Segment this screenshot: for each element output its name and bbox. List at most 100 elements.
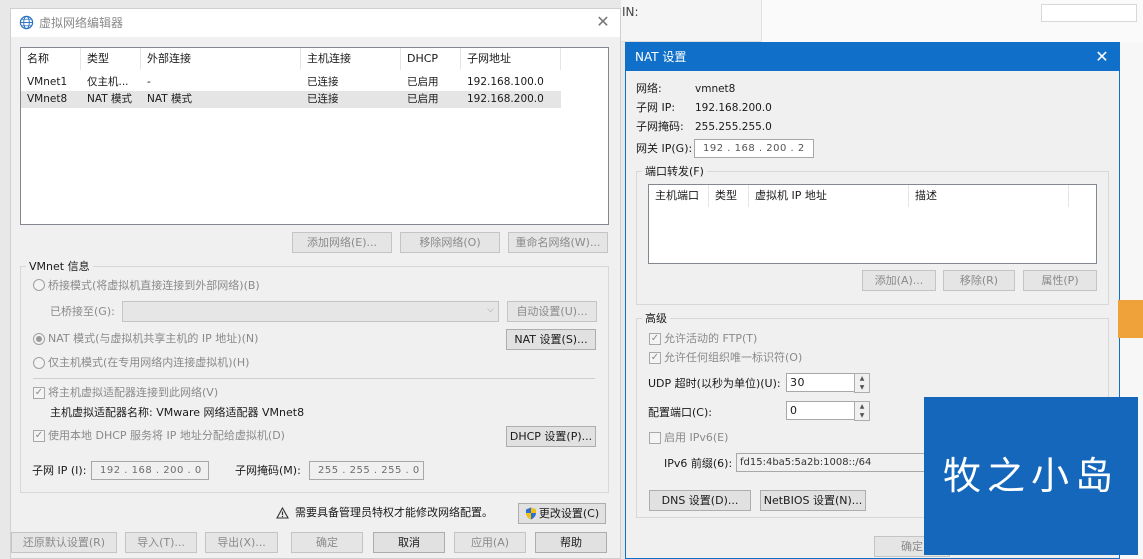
network-table: 名称 类型 外部连接 主机连接 DHCP 子网地址 VMnet1 仅主机... …: [20, 47, 609, 225]
netbios-settings-button[interactable]: NetBIOS 设置(N)...: [760, 490, 866, 511]
admin-notice-text: 需要具备管理员特权才能修改网络配置。: [295, 506, 493, 519]
nat-mode-radio[interactable]: [33, 333, 45, 345]
bridged-to-select[interactable]: ⌵: [122, 301, 499, 322]
dialog-title: NAT 设置: [635, 50, 687, 64]
gateway-label: 网关 IP(G):: [636, 142, 693, 155]
config-port-input[interactable]: 0: [786, 401, 856, 420]
adapter-name-text: 主机虚拟适配器名称: VMware 网络适配器 VMnet8: [50, 406, 305, 419]
host-only-label: 仅主机模式(在专用网络内连接虚拟机)(H): [48, 356, 250, 369]
add-port-button[interactable]: 添加(A)...: [862, 270, 936, 291]
virtual-network-editor-window: 虚拟网络编辑器 ✕ 名称 类型 外部连接 主机连接 DHCP 子网地址 VMne…: [10, 8, 621, 559]
chevron-down-icon: ⌵: [487, 305, 494, 315]
change-settings-label: 更改设置(C): [538, 507, 600, 520]
advanced-label: 高级: [642, 312, 670, 326]
allow-ftp-label: 允许活动的 FTP(T): [664, 332, 758, 345]
ipv6-prefix-label: IPv6 前缀(6):: [664, 457, 733, 470]
nat-settings-button[interactable]: NAT 设置(S)...: [506, 329, 596, 350]
warning-icon: [276, 507, 289, 519]
remove-port-button[interactable]: 移除(R): [943, 270, 1015, 291]
config-port-label: 配置端口(C):: [648, 406, 712, 419]
watermark-text: 牧之小岛: [942, 454, 1119, 498]
restore-defaults-button[interactable]: 还原默认设置(R): [11, 532, 117, 553]
spin-down-icon[interactable]: ▼: [855, 411, 869, 420]
column-header-name[interactable]: 名称: [21, 48, 81, 70]
column-header-type[interactable]: 类型: [709, 185, 749, 207]
allow-ftp-checkbox[interactable]: ✓: [649, 333, 661, 345]
spin-up-icon[interactable]: ▲: [855, 402, 869, 411]
help-button[interactable]: 帮助: [535, 532, 607, 553]
column-header-dhcp[interactable]: DHCP: [401, 48, 461, 70]
watermark: 牧之小岛: [924, 397, 1138, 555]
port-forwarding-table: 主机端口 类型 虚拟机 IP 地址 描述: [648, 184, 1097, 264]
auto-settings-button[interactable]: 自动设置(U)...: [507, 301, 597, 322]
port-properties-button[interactable]: 属性(P): [1023, 270, 1097, 291]
column-header-type[interactable]: 类型: [81, 48, 141, 70]
close-icon[interactable]: ✕: [1092, 47, 1112, 67]
connect-adapter-checkbox[interactable]: ✓: [33, 387, 45, 399]
add-network-button[interactable]: 添加网络(E)...: [292, 232, 392, 253]
cell-name: VMnet8: [27, 93, 68, 105]
export-button[interactable]: 导出(X)...: [205, 532, 278, 553]
spin-down-icon[interactable]: ▼: [855, 383, 869, 392]
cell-type: NAT 模式: [87, 93, 132, 105]
dhcp-settings-button[interactable]: DHCP 设置(P)...: [506, 426, 596, 447]
remove-network-button[interactable]: 移除网络(O): [400, 232, 500, 253]
close-icon[interactable]: ✕: [593, 12, 613, 32]
bridge-mode-radio[interactable]: [33, 279, 45, 291]
title-bar: NAT 设置 ✕: [626, 43, 1119, 71]
import-button[interactable]: 导入(T)...: [125, 532, 197, 553]
ok-button[interactable]: 确定: [291, 532, 363, 553]
host-only-radio[interactable]: [33, 357, 45, 369]
column-header-host[interactable]: 主机连接: [301, 48, 401, 70]
subnet-mask-label: 子网掩码:: [636, 120, 684, 133]
config-port-spinner[interactable]: ▲ ▼: [854, 401, 870, 421]
background-window: IN:: [621, 0, 1143, 42]
column-header-host-port[interactable]: 主机端口: [649, 185, 709, 207]
window-title: 虚拟网络编辑器: [39, 16, 124, 30]
column-header-description[interactable]: 描述: [909, 185, 1069, 207]
cancel-button[interactable]: 取消: [373, 532, 445, 553]
subnet-mask-input[interactable]: 255 . 255 . 255 . 0: [309, 461, 424, 480]
rename-network-button[interactable]: 重命名网络(W)...: [508, 232, 608, 253]
bridge-mode-label: 桥接模式(将虚拟机直接连接到外部网络)(B): [48, 279, 260, 292]
column-header-vm-ip[interactable]: 虚拟机 IP 地址: [749, 185, 909, 207]
table-row-selected[interactable]: VMnet8 NAT 模式 NAT 模式 已连接 已启用 192.168.200…: [21, 91, 561, 108]
background-partial-text: IN:: [622, 5, 639, 19]
enable-ipv6-checkbox[interactable]: [649, 432, 661, 444]
bridged-to-label: 已桥接至(G):: [50, 305, 115, 318]
subnet-ip-label: 子网 IP (I):: [32, 464, 87, 477]
vmnet-info-label: VMnet 信息: [26, 260, 93, 274]
udp-timeout-input[interactable]: 30: [786, 373, 856, 392]
gateway-input[interactable]: 192 . 168 . 200 . 2: [694, 139, 814, 158]
title-bar: 虚拟网络编辑器 ✕: [11, 9, 620, 37]
enable-ipv6-label: 启用 IPv6(E): [664, 431, 729, 444]
cell-dhcp: 已启用: [407, 76, 439, 88]
table-header: 名称 类型 外部连接 主机连接 DHCP 子网地址: [21, 48, 608, 70]
table-row[interactable]: VMnet1 仅主机... - 已连接 已启用 192.168.100.0: [21, 74, 561, 91]
subnet-ip-input[interactable]: 192 . 168 . 200 . 0: [91, 461, 209, 480]
use-dhcp-checkbox[interactable]: ✓: [33, 430, 45, 442]
dns-settings-button[interactable]: DNS 设置(D)...: [649, 490, 751, 511]
cell-type: 仅主机...: [87, 76, 129, 88]
cell-subnet: 192.168.100.0: [467, 76, 544, 88]
cell-name: VMnet1: [27, 76, 68, 88]
spin-up-icon[interactable]: ▲: [855, 374, 869, 383]
change-settings-button[interactable]: 更改设置(C): [518, 503, 606, 524]
subnet-mask-label: 子网掩码(M):: [235, 464, 301, 477]
subnet-ip-label: 子网 IP:: [636, 101, 676, 114]
network-label: 网络:: [636, 82, 662, 95]
port-forwarding-label: 端口转发(F): [642, 165, 707, 179]
column-header-subnet[interactable]: 子网地址: [461, 48, 561, 70]
cell-host: 已连接: [307, 93, 339, 105]
cell-subnet: 192.168.200.0: [467, 93, 544, 105]
shield-icon: [525, 507, 536, 520]
subnet-ip-value: 192.168.200.0: [695, 102, 772, 114]
ipv6-prefix-input[interactable]: fd15:4ba5:5a2b:1008::/64: [736, 453, 926, 472]
udp-timeout-spinner[interactable]: ▲ ▼: [854, 373, 870, 393]
cell-external: NAT 模式: [147, 93, 192, 105]
nat-mode-label: NAT 模式(与虚拟机共享主机的 IP 地址)(N): [48, 332, 259, 345]
globe-icon: [19, 15, 34, 30]
column-header-external[interactable]: 外部连接: [141, 48, 301, 70]
allow-org-id-checkbox[interactable]: ✓: [649, 352, 661, 364]
apply-button[interactable]: 应用(A): [454, 532, 526, 553]
